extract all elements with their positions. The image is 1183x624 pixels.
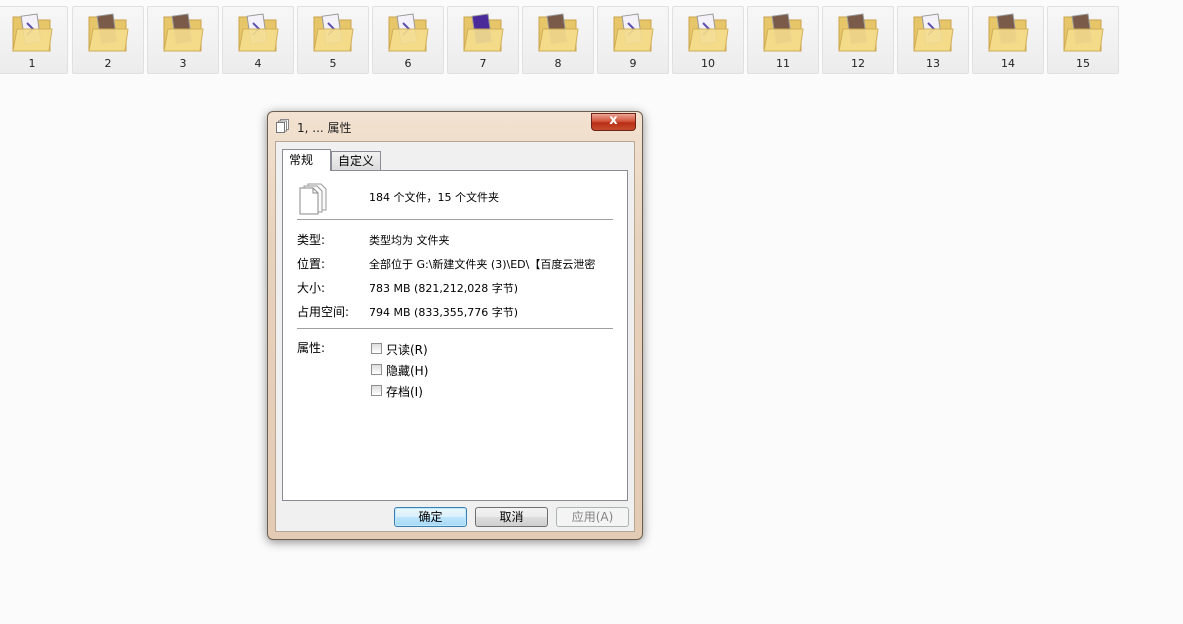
disk-size-label: 占用空间: [297, 305, 350, 319]
folder-item[interactable]: 7 [447, 6, 519, 74]
folder-item[interactable]: 13 [897, 6, 969, 74]
folder-label: 12 [851, 57, 865, 70]
general-panel: 184 个文件，15 个文件夹 类型: 类型均为 文件夹 位置: 全部位于 G:… [282, 170, 628, 501]
folder-item[interactable]: 1 [0, 6, 68, 74]
dialog-title: 1, ... 属性 [297, 121, 352, 135]
folder-item[interactable]: 6 [372, 6, 444, 74]
folder-label: 3 [179, 57, 187, 70]
folder-label: 13 [926, 57, 940, 70]
folder-label: 4 [254, 57, 262, 70]
multiple-files-icon [299, 183, 327, 215]
folder-icon [163, 13, 204, 52]
folder-icon [688, 13, 729, 52]
folder-item[interactable]: 11 [747, 6, 819, 74]
dialog-body: 常规 自定义 184 个文件，15 个文件夹 类型: 类型均为 文件夹 位置: … [275, 141, 635, 532]
close-icon: x [609, 113, 618, 128]
folder-item[interactable]: 12 [822, 6, 894, 74]
folder-icon [613, 13, 654, 52]
tab-custom[interactable]: 自定义 [331, 151, 381, 170]
divider [297, 328, 613, 330]
folder-item[interactable]: 10 [672, 6, 744, 74]
readonly-label: 只读(R) [386, 343, 428, 357]
cancel-button[interactable]: 取消 [475, 507, 548, 527]
folder-label: 6 [404, 57, 412, 70]
tab-general[interactable]: 常规 [282, 149, 331, 171]
folder-icon [238, 13, 279, 52]
folder-label: 15 [1076, 57, 1090, 70]
apply-button[interactable]: 应用(A) [556, 507, 629, 527]
folder-label: 10 [701, 57, 715, 70]
ok-button[interactable]: 确定 [394, 507, 467, 527]
folder-icon [1063, 13, 1104, 52]
folder-label: 2 [104, 57, 112, 70]
hidden-checkbox[interactable] [371, 364, 382, 375]
folder-label: 9 [629, 57, 637, 70]
type-label: 类型: [297, 233, 326, 247]
folder-item[interactable]: 15 [1047, 6, 1119, 74]
disk-size-value: 794 MB (833,355,776 字节) [369, 306, 519, 319]
location-label: 位置: [297, 257, 326, 271]
folder-icon [838, 13, 879, 52]
properties-dialog: 1, ... 属性 x 常规 自定义 184 个文件，15 个文件夹 类型: 类… [267, 111, 643, 540]
folder-label: 14 [1001, 57, 1015, 70]
folder-item[interactable]: 3 [147, 6, 219, 74]
folder-icon [88, 13, 129, 52]
folder-label: 5 [329, 57, 337, 70]
folder-icon [313, 13, 354, 52]
folder-label: 7 [479, 57, 487, 70]
folder-item[interactable]: 14 [972, 6, 1044, 74]
folder-icon [463, 13, 504, 52]
folder-label: 11 [776, 57, 790, 70]
type-value: 类型均为 文件夹 [369, 234, 450, 247]
folder-strip: 1 2 3 4 5 6 7 8 9 10 11 12 13 14 15 [0, 0, 1183, 80]
title-bar[interactable]: 1, ... 属性 x [268, 112, 642, 140]
folder-item[interactable]: 8 [522, 6, 594, 74]
folder-label: 8 [554, 57, 562, 70]
folder-item[interactable]: 2 [72, 6, 144, 74]
size-value: 783 MB (821,212,028 字节) [369, 282, 519, 295]
readonly-checkbox[interactable] [371, 343, 382, 354]
folder-icon [388, 13, 429, 52]
divider [297, 219, 613, 221]
folder-icon [763, 13, 804, 52]
folder-label: 1 [28, 57, 36, 70]
folder-item[interactable]: 5 [297, 6, 369, 74]
folder-icon [913, 13, 954, 52]
folder-item[interactable]: 9 [597, 6, 669, 74]
location-value: 全部位于 G:\新建文件夹 (3)\ED\【百度云泄密 [369, 258, 596, 271]
hidden-label: 隐藏(H) [386, 364, 429, 378]
selection-summary: 184 个文件，15 个文件夹 [369, 191, 499, 204]
folder-item[interactable]: 4 [222, 6, 294, 74]
folder-icon [988, 13, 1029, 52]
folder-icon [12, 13, 53, 52]
multiple-files-icon [276, 119, 289, 133]
size-label: 大小: [297, 281, 326, 295]
folder-icon [538, 13, 579, 52]
attributes-label: 属性: [297, 341, 326, 355]
archive-checkbox[interactable] [371, 385, 382, 396]
archive-label: 存档(I) [386, 385, 423, 399]
close-button[interactable]: x [591, 113, 636, 131]
